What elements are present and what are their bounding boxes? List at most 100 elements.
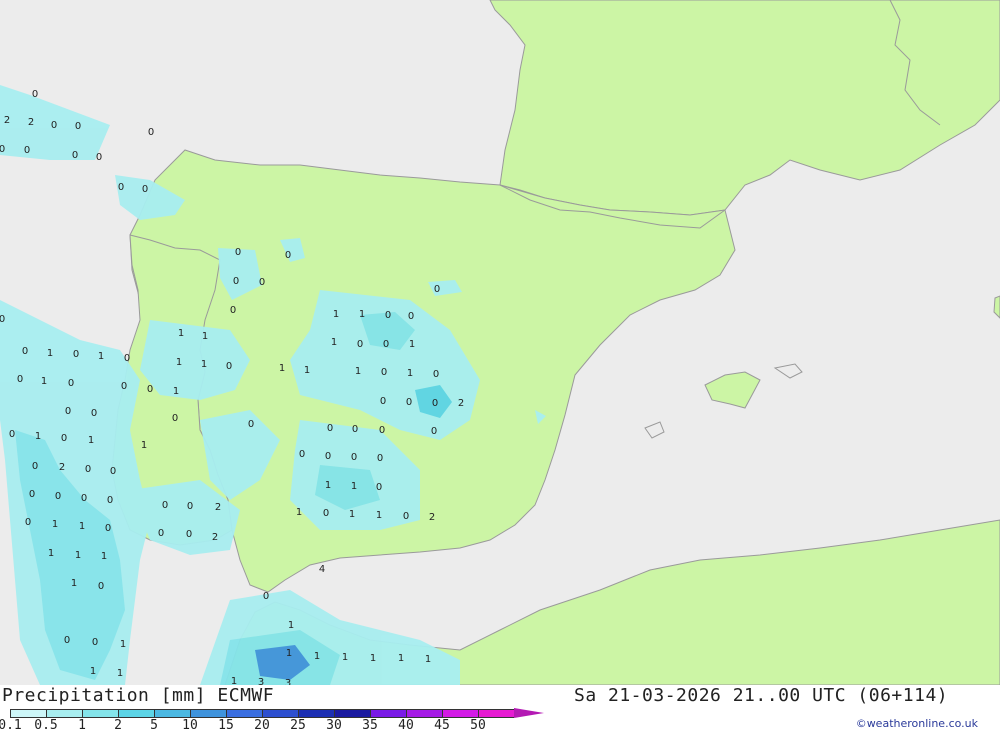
precip-value-label: 0 (327, 423, 333, 434)
precip-value-label: 1 (279, 363, 285, 374)
precip-value-label: 0 (380, 396, 386, 407)
precip-value-label: 0 (377, 453, 383, 464)
map-title: Precipitation [mm] ECMWF (2, 685, 275, 706)
precip-value-label: 1 (349, 509, 355, 520)
precip-value-label: 1 (47, 348, 53, 359)
legend-tick-label: 30 (326, 718, 342, 733)
legend-color-scale (10, 709, 514, 718)
precip-value-label: 0 (124, 353, 130, 364)
precip-value-label: 1 (88, 435, 94, 446)
precip-value-label: 2 (429, 512, 435, 523)
precip-value-label: 1 (286, 648, 292, 659)
precip-value-label: 1 (75, 550, 81, 561)
precip-value-label: 0 (434, 284, 440, 295)
precip-value-label: 0 (25, 517, 31, 528)
legend-arrow-icon (514, 708, 544, 718)
precip-value-label: 0 (162, 500, 168, 511)
precip-value-label: 1 (288, 620, 294, 631)
precip-value-label: 0 (406, 397, 412, 408)
precip-value-label: 0 (92, 637, 98, 648)
precip-value-label: 0 (230, 305, 236, 316)
legend-tick-label: 35 (362, 718, 378, 733)
precip-value-label: 3 (285, 678, 291, 685)
legend-tick-label: 1 (78, 718, 86, 733)
map-datetime: Sa 21-03-2026 21..00 UTC (06+114) (574, 685, 949, 706)
legend-swatch (190, 709, 226, 718)
precip-value-label: 0 (72, 150, 78, 161)
legend-swatch (82, 709, 118, 718)
legend-swatch (406, 709, 442, 718)
legend-swatch (154, 709, 190, 718)
map-footer: Precipitation [mm] ECMWF Sa 21-03-2026 2… (0, 685, 1000, 733)
legend-swatch (442, 709, 478, 718)
precip-value-label: 0 (248, 419, 254, 430)
precip-value-label: 1 (370, 653, 376, 664)
precip-value-label: 0 (75, 121, 81, 132)
precip-value-label: 0 (68, 378, 74, 389)
precip-value-label: 0 (17, 374, 23, 385)
precip-value-label: 0 (142, 184, 148, 195)
precip-value-label: 0 (299, 449, 305, 460)
legend-swatch (298, 709, 334, 718)
precip-value-label: 1 (79, 521, 85, 532)
precip-value-label: 0 (357, 339, 363, 350)
legend-tick-label: 40 (398, 718, 414, 733)
precip-value-label: 0 (9, 429, 15, 440)
legend-swatch (10, 709, 46, 718)
precip-value-label: 1 (101, 551, 107, 562)
precip-value-label: 0 (55, 491, 61, 502)
credit-link[interactable]: ©weatheronline.co.uk (856, 717, 978, 730)
precip-value-label: 0 (226, 361, 232, 372)
precip-value-label: 0 (325, 451, 331, 462)
legend-tick-label: 45 (434, 718, 450, 733)
precip-value-label: 0 (263, 591, 269, 602)
precip-value-label: 0 (147, 384, 153, 395)
precip-value-label: 0 (96, 152, 102, 163)
precip-value-label: 0 (383, 339, 389, 350)
precip-value-label: 0 (98, 581, 104, 592)
precip-value-label: 0 (118, 182, 124, 193)
precip-value-label: 1 (425, 654, 431, 665)
precip-value-label: 1 (409, 339, 415, 350)
precip-value-label: 0 (51, 120, 57, 131)
precip-value-label: 0 (24, 145, 30, 156)
precip-value-label: 0 (351, 452, 357, 463)
precip-value-label: 1 (325, 480, 331, 491)
precip-value-label: 0 (22, 346, 28, 357)
precip-value-label: 1 (90, 666, 96, 677)
precip-value-label: 0 (385, 310, 391, 321)
precip-value-label: 0 (172, 413, 178, 424)
precip-value-label: 0 (148, 127, 154, 138)
precip-value-label: 0 (64, 635, 70, 646)
precip-value-label: 1 (35, 431, 41, 442)
precip-value-label: 0 (233, 276, 239, 287)
map-canvas: 0 2 2 0 0 0 0 0 0 0 0 0 0 0 0 0 0 0 0 1 1 1 1 0 0 0 1 0 1 0 1 0 0 1 0 1 0 0 0 1… (0, 0, 1000, 685)
precip-value-label: 0 (433, 369, 439, 380)
precip-value-label: 0 (381, 367, 387, 378)
legend-tick-label: 10 (182, 718, 198, 733)
precip-value-label: 1 (231, 676, 237, 685)
legend-swatch (334, 709, 370, 718)
precip-value-label: 0 (187, 501, 193, 512)
legend-swatch (118, 709, 154, 718)
precipitation-map[interactable]: 0 2 2 0 0 0 0 0 0 0 0 0 0 0 0 0 0 0 0 1 1 1 1 0 0 0 1 0 1 0 1 0 0 1 0 1 0 0 0 1… (0, 0, 1000, 685)
precip-value-label: 0 (73, 349, 79, 360)
precip-value-label: 0 (91, 408, 97, 419)
precip-value-label: 4 (319, 564, 325, 575)
precip-value-label: 1 (359, 309, 365, 320)
precip-value-label: 0 (81, 493, 87, 504)
precip-value-label: 1 (52, 519, 58, 530)
legend-tick-label: 20 (254, 718, 270, 733)
precip-value-label: 2 (212, 532, 218, 543)
legend-swatch (262, 709, 298, 718)
precip-value-label: 1 (304, 365, 310, 376)
precip-value-label: 1 (117, 668, 123, 679)
precip-value-label: 1 (376, 510, 382, 521)
precip-value-label: 1 (314, 651, 320, 662)
precip-value-label: 1 (98, 351, 104, 362)
precip-value-label: 0 (352, 424, 358, 435)
precip-value-label: 1 (355, 366, 361, 377)
precip-value-label: 0 (110, 466, 116, 477)
legend-swatch (226, 709, 262, 718)
precip-value-label: 0 (376, 482, 382, 493)
